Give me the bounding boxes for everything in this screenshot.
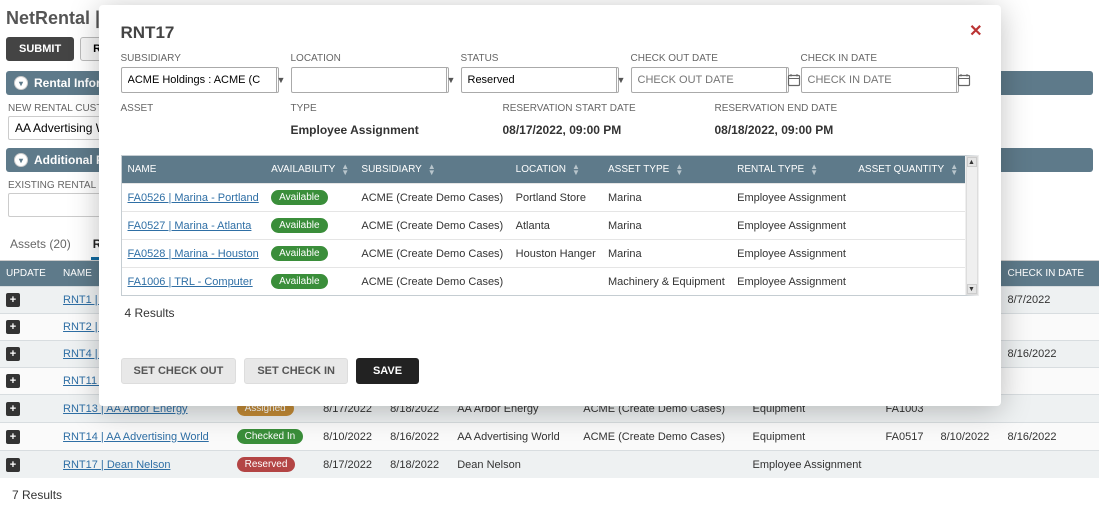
location-value[interactable] [292,68,446,92]
res-end-label: RESERVATION END DATE [715,103,915,114]
cell: ACME (Create Demo Cases) [355,268,509,296]
checkout-label: CHECK OUT DATE [631,53,789,64]
availability-badge: Available [271,274,327,289]
subsidiary-select[interactable]: ▼ [121,67,279,93]
cell: Marina [602,212,731,240]
col-name[interactable]: NAME [122,156,266,184]
save-button[interactable]: SAVE [356,358,419,384]
cell: Marina [602,184,731,212]
asset-value [121,117,279,123]
location-label: LOCATION [291,53,449,64]
cell: Employee Assignment [731,184,852,212]
availability-badge: Available [271,218,327,233]
cell: Machinery & Equipment [602,268,731,296]
cell [852,184,964,212]
checkin-label: CHECK IN DATE [801,53,959,64]
cell [852,240,964,268]
chevron-down-icon[interactable]: ▼ [446,68,456,92]
status-value[interactable] [462,68,616,92]
subsidiary-value[interactable] [122,68,276,92]
cell [852,268,964,296]
checkout-date-input[interactable] [631,67,789,93]
calendar-icon[interactable] [786,68,801,92]
subsidiary-label: SUBSIDIARY [121,53,279,64]
set-checkout-button[interactable]: SET CHECK OUT [121,358,237,384]
col-location[interactable]: LOCATION▲▼ [510,156,602,184]
cell: Atlanta [510,212,602,240]
cell [852,212,964,240]
col-availability[interactable]: AVAILABILITY▲▼ [265,156,355,184]
table-row[interactable]: FA1006 | TRL - Computer Available ACME (Cr… [122,268,965,296]
cell: Marina [602,240,731,268]
table-row[interactable]: FA0527 | Marina - Atlanta Available ACME (… [122,212,965,240]
cell: Employee Assignment [731,240,852,268]
location-select[interactable]: ▼ [291,67,449,93]
rental-modal: RNT17 ✕ SUBSIDIARY ▼ LOCATION ▼ STATUS [99,5,1001,406]
cell: ACME (Create Demo Cases) [355,184,509,212]
cell: Employee Assignment [731,212,852,240]
res-end-value: 08/18/2022, 09:00 PM [715,117,915,137]
table-row[interactable]: FA0526 | Marina - Portland Available ACME … [122,184,965,212]
col-subsidiary[interactable]: SUBSIDIARY▲▼ [355,156,509,184]
close-icon[interactable]: ✕ [969,21,982,41]
scroll-up-icon[interactable]: ▲ [967,157,977,167]
asset-label: ASSET [121,103,279,114]
col-asset-qty[interactable]: ASSET QUANTITY▲▼ [852,156,964,184]
res-start-value: 08/17/2022, 09:00 PM [503,117,703,137]
set-checkin-button[interactable]: SET CHECK IN [244,358,348,384]
cell: Portland Store [510,184,602,212]
cell [510,268,602,296]
chevron-down-icon[interactable]: ▼ [616,68,626,92]
col-rental-type[interactable]: RENTAL TYPE▲▼ [731,156,852,184]
modal-results-count: 4 Results [121,296,979,330]
type-value: Employee Assignment [291,117,491,137]
col-asset-type[interactable]: ASSET TYPE▲▼ [602,156,731,184]
chevron-down-icon[interactable]: ▼ [276,68,286,92]
asset-link[interactable]: FA0527 | Marina - Atlanta [128,220,252,232]
cell: ACME (Create Demo Cases) [355,240,509,268]
status-label: STATUS [461,53,619,64]
asset-link[interactable]: FA0526 | Marina - Portland [128,192,259,204]
type-label: TYPE [291,103,491,114]
cell: Houston Hanger [510,240,602,268]
checkin-date-input[interactable] [801,67,959,93]
cell: ACME (Create Demo Cases) [355,212,509,240]
res-start-label: RESERVATION START DATE [503,103,703,114]
scrollbar[interactable]: ▲ ▼ [966,156,978,295]
scroll-down-icon[interactable]: ▼ [967,284,977,294]
checkout-date-field[interactable] [632,68,786,92]
checkin-date-field[interactable] [802,68,956,92]
availability-badge: Available [271,246,327,261]
asset-link[interactable]: FA1006 | TRL - Computer [128,276,253,288]
availability-badge: Available [271,190,327,205]
table-row[interactable]: FA0528 | Marina - Houston Available ACME (… [122,240,965,268]
status-select[interactable]: ▼ [461,67,619,93]
cell: Employee Assignment [731,268,852,296]
asset-link[interactable]: FA0528 | Marina - Houston [128,248,259,260]
calendar-icon[interactable] [956,68,971,92]
modal-title: RNT17 [121,23,979,43]
